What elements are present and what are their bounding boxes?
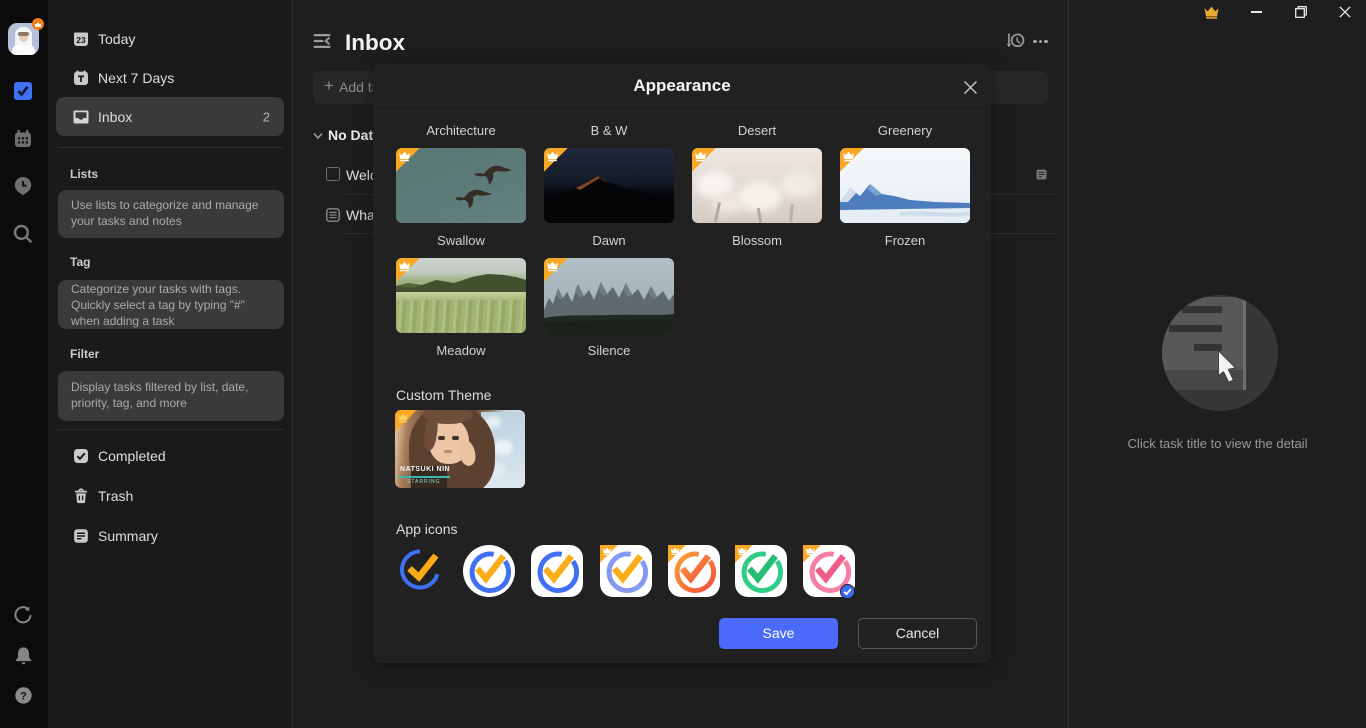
svg-text:23: 23 — [76, 35, 86, 45]
svg-text:?: ? — [20, 690, 27, 702]
